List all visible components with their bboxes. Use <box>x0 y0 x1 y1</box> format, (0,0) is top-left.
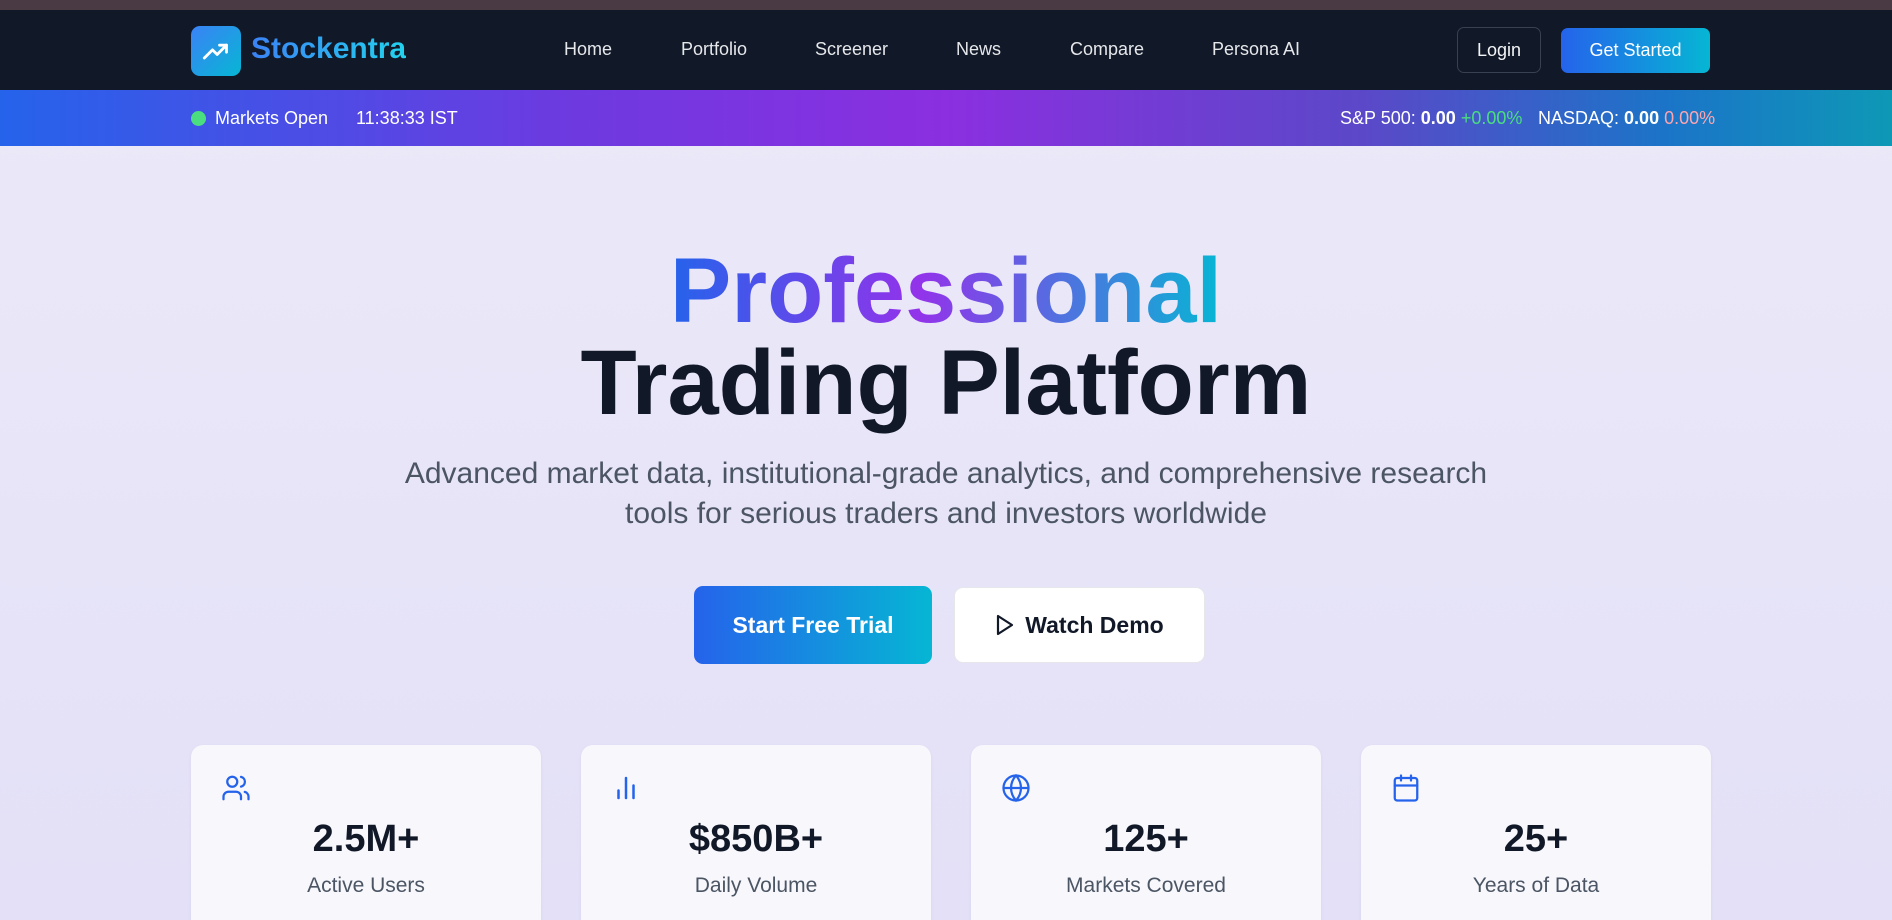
market-ticker-bar: Markets Open 11:38:33 IST S&P 500: 0.00 … <box>0 90 1892 146</box>
logo[interactable] <box>191 26 241 76</box>
index-value: 0.00 <box>1624 108 1660 128</box>
nav-compare[interactable]: Compare <box>1070 39 1144 60</box>
nav-home[interactable]: Home <box>564 39 612 60</box>
stat-card-markets: 125+ Markets Covered <box>971 745 1321 920</box>
hero-subtitle-line: tools for serious traders and investors … <box>625 497 1267 530</box>
index-nasdaq: NASDAQ: 0.00 0.00% <box>1538 108 1715 129</box>
watch-demo-button[interactable]: Watch Demo <box>954 587 1205 663</box>
watch-demo-label: Watch Demo <box>1025 611 1164 638</box>
login-button[interactable]: Login <box>1457 27 1541 73</box>
stat-card-years: 25+ Years of Data <box>1361 745 1711 920</box>
hero-subtitle: Advanced market data, institutional-grad… <box>346 454 1546 534</box>
globe-icon <box>1002 773 1030 803</box>
hero-title: Trading Platform <box>580 332 1312 434</box>
stat-value: 125+ <box>1103 818 1189 860</box>
calendar-icon <box>1393 774 1419 802</box>
play-icon <box>997 614 1014 636</box>
stat-label: Active Users <box>307 874 425 897</box>
stat-card-users: 2.5M+ Active Users <box>191 745 541 920</box>
market-status-dot <box>191 111 206 126</box>
get-started-button[interactable]: Get Started <box>1561 28 1710 73</box>
market-status: Markets Open <box>215 108 329 128</box>
nav-portfolio[interactable]: Portfolio <box>681 39 747 60</box>
hero-title-gradient-text: Professional <box>669 240 1223 342</box>
brand-name[interactable]: Stockentra <box>251 32 406 66</box>
index-sp500: S&P 500: 0.00 +0.00% <box>1340 108 1522 129</box>
index-name: NASDAQ: <box>1538 108 1620 128</box>
trending-up-icon <box>202 43 228 60</box>
stat-label: Years of Data <box>1472 874 1600 897</box>
stat-card-volume: $850B+ Daily Volume <box>581 745 931 920</box>
nav-news[interactable]: News <box>956 39 1001 60</box>
stat-value: 25+ <box>1503 818 1569 860</box>
market-time: 11:38:33 IST <box>356 108 458 128</box>
stat-label: Daily Volume <box>694 874 818 897</box>
users-icon <box>222 775 250 801</box>
start-free-trial-button[interactable]: Start Free Trial <box>694 586 932 664</box>
browser-top-strip <box>0 0 1892 10</box>
hero-subtitle-line: Advanced market data, institutional-grad… <box>404 457 1488 490</box>
nav-screener[interactable]: Screener <box>815 39 888 60</box>
index-change: +0.00% <box>1460 108 1523 128</box>
stat-value: 2.5M+ <box>312 818 420 860</box>
index-change: 0.00% <box>1664 108 1716 128</box>
stat-value: $850B+ <box>688 818 824 860</box>
index-name: S&P 500: <box>1340 108 1416 128</box>
stat-label: Markets Covered <box>1066 874 1226 897</box>
index-value: 0.00 <box>1420 108 1456 128</box>
nav-persona-ai[interactable]: Persona AI <box>1212 39 1300 60</box>
bar-chart-icon <box>617 776 635 800</box>
navbar: Stockentra Home Portfolio Screener News … <box>0 10 1892 90</box>
